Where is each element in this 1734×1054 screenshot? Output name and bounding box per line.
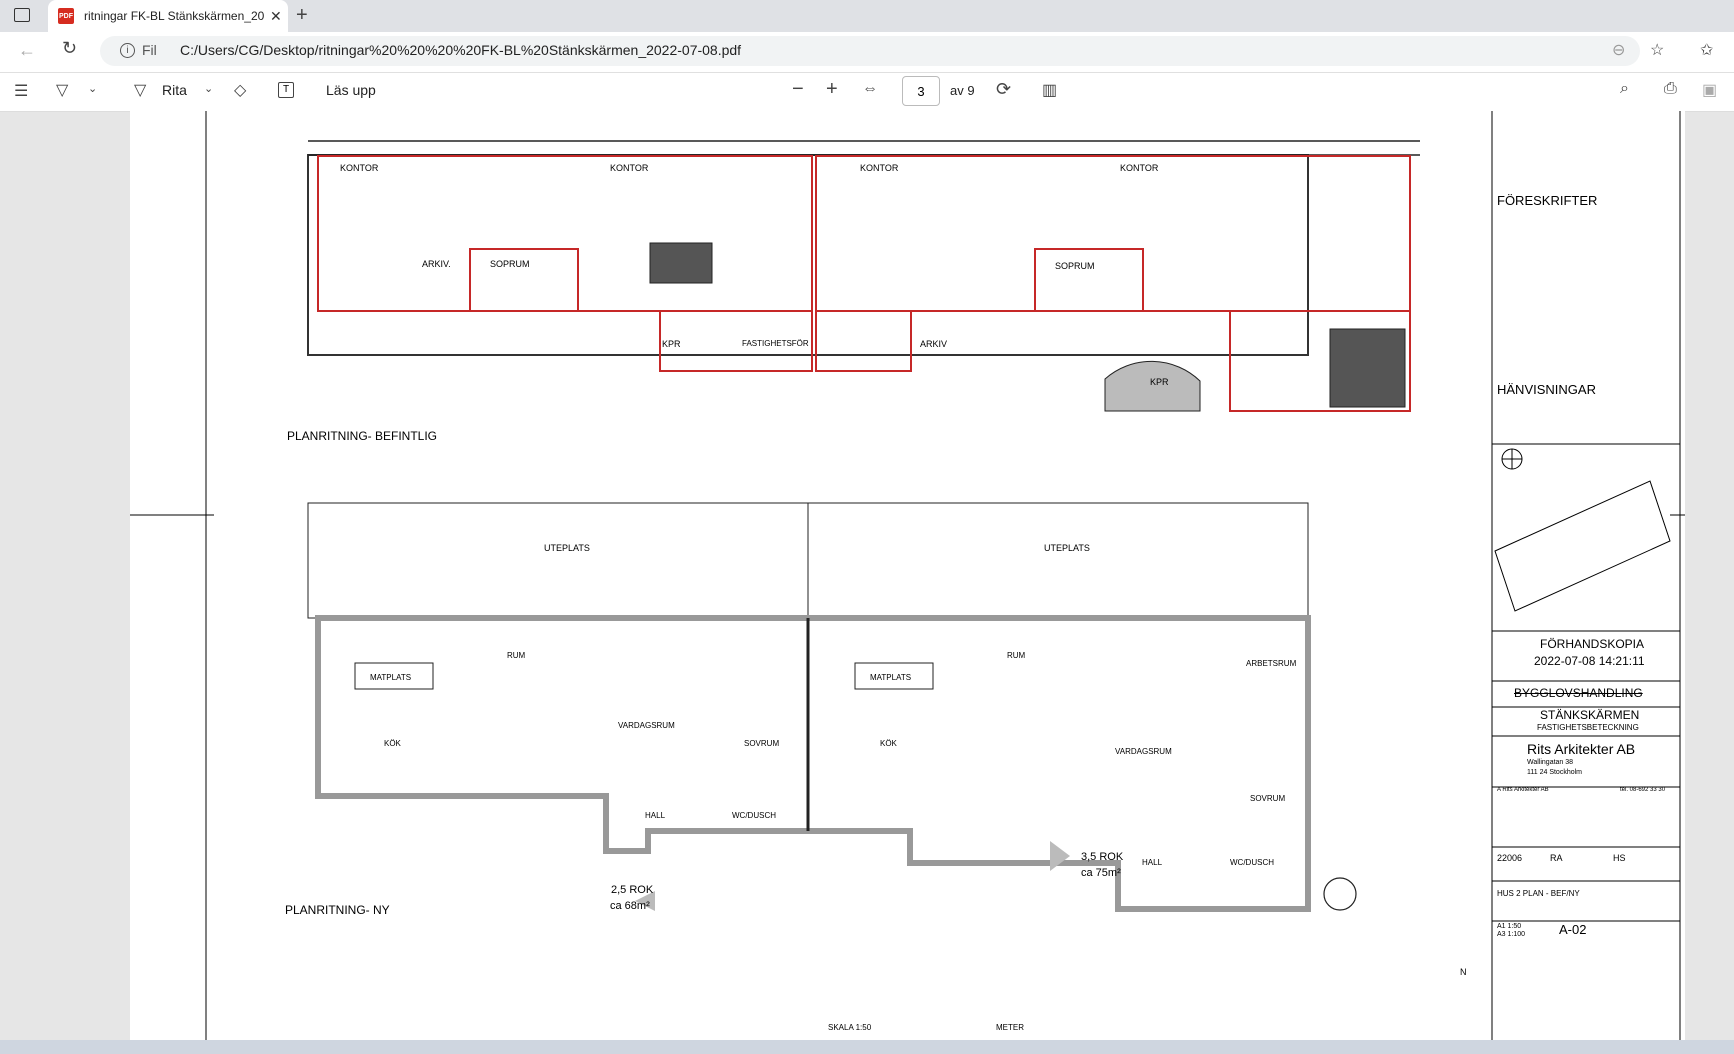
room-label: ARKIV xyxy=(920,339,948,349)
fastighet-label: FASTIGHETSBETECKNING xyxy=(1537,723,1639,732)
favorites-list-icon[interactable]: ✩ xyxy=(1700,40,1713,60)
fit-width-icon[interactable]: ⇔ xyxy=(862,80,878,98)
section-title-existing: PLANRITNING- BEFINTLIG xyxy=(287,429,438,443)
room-label: SOVRUM xyxy=(744,739,780,748)
apartment-area: ca 68m² xyxy=(610,900,650,912)
room-label: KONTOR xyxy=(860,163,899,173)
favorite-icon[interactable]: ☆ xyxy=(1650,40,1664,60)
room-label: SOPRUM xyxy=(1055,261,1095,271)
room-label: FASTIGHETSFÖR xyxy=(742,339,809,348)
save-icon[interactable]: ▣ xyxy=(1702,80,1717,100)
apartment-area: ca 75m² xyxy=(1081,867,1121,879)
contents-icon[interactable]: ☰ xyxy=(14,81,28,101)
tab-title: ritningar FK-BL Stänkskärmen_20 xyxy=(84,9,264,23)
zoom-out-icon[interactable]: ⊖ xyxy=(1612,40,1625,60)
room-label: VARDAGSRUM xyxy=(618,721,675,730)
read-aloud-button[interactable]: Läs upp xyxy=(326,82,376,98)
chevron-down-icon[interactable]: ⌄ xyxy=(88,82,97,95)
north-arrow-label: N xyxy=(1460,967,1467,977)
page-view-icon[interactable]: ▥ xyxy=(1042,80,1057,100)
foreskrifter-heading: FÖRESKRIFTER xyxy=(1497,193,1598,208)
meter-label: METER xyxy=(996,1023,1024,1032)
handler: HS xyxy=(1613,853,1626,863)
room-label: MATPLATS xyxy=(870,673,912,682)
room-label: WC/DUSCH xyxy=(732,811,776,820)
project-number: 22006 xyxy=(1497,853,1523,863)
scale-a1: A1 1:50 xyxy=(1497,923,1522,930)
apartment-type: 3,5 ROK xyxy=(1081,851,1124,863)
page-number-input[interactable]: 3 xyxy=(902,76,940,106)
firm-name: Rits Arkitekter AB xyxy=(1527,741,1636,757)
zoom-out-button-icon[interactable]: − xyxy=(792,78,804,101)
firm-street: Wallingatan 38 xyxy=(1527,759,1574,766)
bygglov-label: BYGGLOVSHANDLING xyxy=(1514,686,1643,700)
address-prefix: Fil xyxy=(142,42,157,58)
room-label: RUM xyxy=(1007,651,1026,660)
drawing-description: HUS 2 PLAN - BEF/NY xyxy=(1497,889,1580,898)
reload-icon[interactable]: ↻ xyxy=(62,38,77,59)
room-label: KÖK xyxy=(880,739,897,748)
preliminary-copy-label: FÖRHANDSKOPIA xyxy=(1540,637,1645,651)
search-icon[interactable]: ⌕ xyxy=(1620,80,1629,98)
chevron-down-icon[interactable]: ⌄ xyxy=(204,82,213,95)
draw-button[interactable]: Rita xyxy=(162,82,187,98)
firm-city: 111 24 Stockholm xyxy=(1527,769,1582,776)
scale-label: SKALA 1:50 xyxy=(828,1023,872,1032)
pdf-page: PLANRITNING- BEFINTLIG PLANRITNING- NY K… xyxy=(130,111,1685,1041)
timestamp: 2022-07-08 14:21:11 xyxy=(1534,654,1645,668)
room-label: KÖK xyxy=(384,739,401,748)
room-label: HALL xyxy=(645,811,666,820)
room-label: KPR xyxy=(662,339,681,349)
rotate-icon[interactable]: ⟳ xyxy=(996,79,1011,100)
close-tab-icon[interactable]: ✕ xyxy=(270,8,282,25)
room-label: KPR xyxy=(1150,377,1169,387)
room-label: KONTOR xyxy=(610,163,649,173)
room-label: ARBETSRUM xyxy=(1246,659,1297,668)
zoom-in-button-icon[interactable]: + xyxy=(826,78,838,101)
browser-tab[interactable]: PDF ritningar FK-BL Stänkskärmen_20 ✕ xyxy=(48,0,288,32)
room-label: MATPLATS xyxy=(370,673,412,682)
room-label: KONTOR xyxy=(1120,163,1159,173)
room-label: ARKIV. xyxy=(422,259,451,269)
section-title-new: PLANRITNING- NY xyxy=(285,903,390,917)
room-label: VARDAGSRUM xyxy=(1115,747,1172,756)
sidebar-toggle-icon[interactable] xyxy=(14,8,30,22)
apartment-type: 2,5 ROK xyxy=(611,884,654,896)
url-text[interactable]: C:/Users/CG/Desktop/ritningar%20%20%20%2… xyxy=(180,42,741,58)
scale-a3: A3 1:100 xyxy=(1497,931,1526,938)
firm-phone: tel. 08-692 33 30 xyxy=(1620,787,1666,793)
firm-ref: A Rits Arkitekter AB xyxy=(1497,787,1549,793)
text-icon[interactable]: T xyxy=(278,82,294,98)
draw-icon[interactable]: ▽ xyxy=(134,80,146,100)
room-label: WC/DUSCH xyxy=(1230,858,1274,867)
taskbar xyxy=(0,1040,1734,1054)
project-name: STÄNKSKÄRMEN xyxy=(1540,708,1640,722)
print-icon[interactable]: ⎙ xyxy=(1664,80,1677,98)
existing-plan xyxy=(307,140,1420,412)
room-label: UTEPLATS xyxy=(1044,543,1090,553)
room-label: SOPRUM xyxy=(490,259,530,269)
back-icon[interactable]: ← xyxy=(18,40,36,61)
hanvisningar-heading: HÄNVISNINGAR xyxy=(1497,382,1596,397)
eraser-icon[interactable]: ◇ xyxy=(234,80,246,100)
highlight-icon[interactable]: ▽ xyxy=(56,80,68,100)
room-label: SOVRUM xyxy=(1250,794,1286,803)
room-label: HALL xyxy=(1142,858,1163,867)
room-label: RUM xyxy=(507,651,526,660)
room-label: UTEPLATS xyxy=(544,543,590,553)
info-icon[interactable]: i xyxy=(120,43,135,58)
new-plan xyxy=(307,502,1357,912)
room-label: KONTOR xyxy=(340,163,379,173)
new-tab-icon[interactable]: + xyxy=(296,4,308,27)
sheet-number: A-02 xyxy=(1559,922,1587,937)
page-total: av 9 xyxy=(950,83,975,98)
responsible: RA xyxy=(1550,853,1563,863)
pdf-icon: PDF xyxy=(58,8,74,24)
